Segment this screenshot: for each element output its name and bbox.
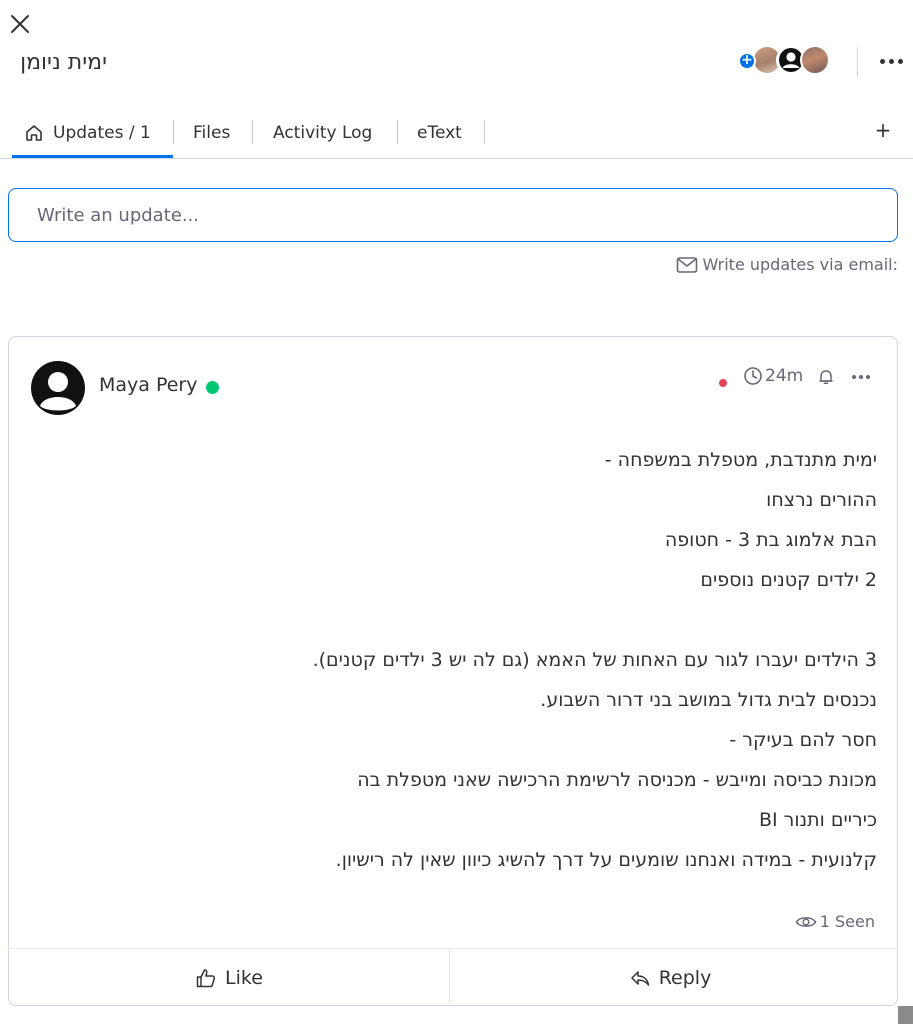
post-line [117,600,877,640]
tab-label: Activity Log [273,123,373,143]
post-line: נכנסים לבית גדול במושב בני דרור השבוע. [540,689,877,711]
email-link-label: Write updates via email: [702,255,898,274]
post-line: 3 הילדים יעברו לגור עם האחות של האמא (גם… [312,649,877,671]
tab-label: eText [417,123,462,143]
more-horizontal-icon [852,375,856,379]
clock-icon [744,367,762,385]
tab-activity-log[interactable]: Activity Log [273,110,372,156]
more-horizontal-icon [880,59,885,64]
email-updates-link[interactable]: Write updates via email: [676,255,898,274]
more-options-button[interactable] [877,58,907,66]
post-time: 24m [743,366,803,386]
actions-divider [8,948,898,949]
active-tab-indicator [12,155,173,158]
post-time-label: 24m [765,366,804,386]
post-line: חסר להם בעיקר - [729,729,877,751]
author-avatar[interactable] [30,360,86,416]
tab-separator [397,120,398,144]
tab-bar: Updates / 1 Files Activity Log eText [12,110,907,160]
seen-label: 1 Seen [819,912,875,931]
update-composer[interactable] [8,188,898,242]
home-icon [26,125,42,141]
scrollbar-thumb[interactable] [898,1006,913,1024]
subscriber-avatar[interactable] [800,45,830,75]
add-subscriber-button[interactable]: + [738,52,756,70]
page-title: ימית ניומן [20,50,107,75]
post-more-options-button[interactable] [849,374,873,382]
thumbs-up-icon [196,968,216,987]
bell-icon [819,370,833,384]
post-line: 2 ילדים קטנים נוספים [700,569,877,591]
close-icon [11,15,29,33]
tab-separator [252,120,253,144]
add-tab-button[interactable]: + [872,118,894,142]
tabs-underline [0,158,913,159]
tab-etext[interactable]: eText [417,110,462,156]
header-divider [857,47,858,77]
person-icon [31,361,85,415]
post-line: קלנועית - במידה ואנחנו שומעים על דרך להש… [335,849,877,871]
reply-label: Reply [658,966,712,989]
online-status-indicator [206,381,219,394]
author-name[interactable]: Maya Pery [99,374,198,396]
post-line: מכונת כביסה ומייבש - מכניסה לרשימת הרכיש… [357,769,877,791]
tab-separator [173,120,174,144]
post-line: ההורים נרצחו [766,489,877,511]
subscribers[interactable]: + [738,45,838,79]
tab-separator [484,120,485,144]
close-button[interactable] [8,12,32,36]
post-line: ימית מתנדבת, מטפלת במשפחה - [604,449,877,471]
post-line: הבת אלמוג בת 3 - חטופה [664,529,877,551]
mail-icon [676,256,697,273]
tab-files[interactable]: Files [193,110,230,156]
reply-button[interactable]: Reply [450,950,890,1005]
update-input[interactable] [35,189,879,241]
eye-icon [795,916,817,927]
notification-bell-button[interactable] [817,368,835,386]
post-body: ימית מתנדבת, מטפלת במשפחה - ההורים נרצחו… [117,440,877,880]
unread-indicator [719,379,727,387]
reply-icon [630,970,649,986]
tab-label: Updates / 1 [53,123,151,143]
tab-label: Files [193,123,231,143]
seen-by-button[interactable]: 1 Seen [795,912,875,931]
tab-updates[interactable]: Updates / 1 [24,110,151,156]
post-line: כיריים ותנור BI [758,809,877,831]
like-label: Like [225,966,263,989]
like-button[interactable]: Like [9,950,449,1005]
